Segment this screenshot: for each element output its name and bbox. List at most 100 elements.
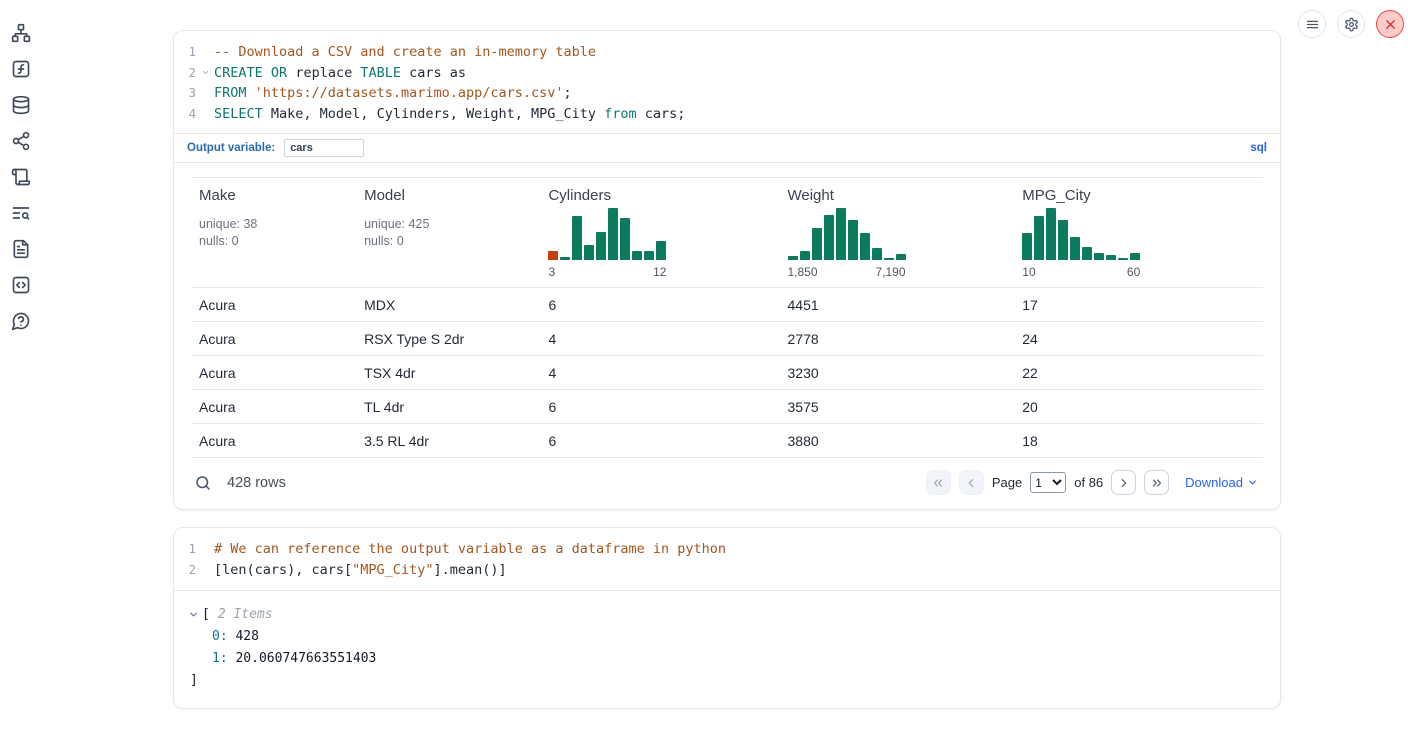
column-stats: unique: 38nulls: 0 [199, 208, 348, 250]
table-cell: 3230 [780, 356, 1015, 390]
column-header-model[interactable]: Model [356, 178, 540, 205]
column-header-cylinders[interactable]: Cylinders [540, 178, 779, 205]
prev-page-button[interactable] [959, 470, 984, 495]
next-page-button[interactable] [1111, 470, 1136, 495]
settings-button[interactable] [1337, 10, 1365, 38]
table-cell: 2778 [780, 322, 1015, 356]
histogram-bar [632, 251, 642, 260]
histogram-bar [644, 251, 654, 260]
histogram-bar [1106, 255, 1116, 260]
histogram-bar [656, 241, 666, 261]
function-icon [11, 59, 31, 79]
table-cell: Acura [191, 424, 356, 458]
sidebar-item-scroll[interactable] [10, 166, 31, 187]
column-header-make[interactable]: Make [191, 178, 356, 205]
database-icon [11, 95, 31, 115]
histogram-bar [1034, 216, 1044, 260]
table-cell: 17 [1014, 288, 1263, 322]
output-panel: [ 2 Items 0: 4281: 20.060747663551403 ] [174, 590, 1280, 708]
code-line: 1 -- Download a CSV and create an in-memo… [174, 42, 1280, 63]
histogram-bar [572, 216, 582, 260]
first-page-button[interactable] [926, 470, 951, 495]
table-row: AcuraTL 4dr6357520 [191, 390, 1263, 424]
code-text: SELECT Make, Model, Cylinders, Weight, M… [214, 105, 685, 125]
code-line: 1# We can reference the output variable … [174, 539, 1280, 560]
close-button[interactable] [1376, 10, 1404, 38]
histogram-bar [848, 220, 858, 261]
sidebar-item-database[interactable] [10, 94, 31, 115]
table-cell: MDX [356, 288, 540, 322]
table-cell: RSX Type S 2dr [356, 322, 540, 356]
table-cell: 3.5 RL 4dr [356, 424, 540, 458]
last-page-button[interactable] [1144, 470, 1169, 495]
table-cell: 4 [540, 322, 779, 356]
table-row: AcuraMDX6445117 [191, 288, 1263, 322]
line-number: 2 [174, 560, 196, 580]
output-variable-row: Output variable: sql [174, 133, 1280, 163]
histogram-bar [800, 251, 810, 260]
sidebar-item-function[interactable] [10, 58, 31, 79]
sidebar-item-file-tree[interactable] [10, 22, 31, 43]
collapse-chevron-icon[interactable] [188, 609, 199, 620]
code-text: -- Download a CSV and create an in-memor… [214, 43, 596, 63]
histogram-bar [596, 232, 606, 261]
tree-item: 1: 20.060747663551403 [188, 648, 1266, 670]
menu-button[interactable] [1298, 10, 1326, 38]
histogram-bar [884, 258, 894, 260]
table-cell: TL 4dr [356, 390, 540, 424]
sidebar-item-code-snippet[interactable] [10, 274, 31, 295]
page-select[interactable]: 1 [1030, 472, 1066, 493]
table-cell: Acura [191, 390, 356, 424]
tree-item-value: 428 [228, 629, 259, 644]
table-row: AcuraTSX 4dr4323022 [191, 356, 1263, 390]
search-icon[interactable] [194, 474, 212, 492]
column-summary-cylinders: 312 [540, 204, 779, 288]
histogram-bar [824, 215, 834, 261]
table-cell: 22 [1014, 356, 1263, 390]
output-variable-input[interactable] [284, 139, 364, 157]
histogram-bar [872, 248, 882, 260]
histogram-mpg_city[interactable] [1022, 208, 1140, 260]
histogram-weight[interactable] [788, 208, 906, 260]
column-summary-weight: 1,8507,190 [780, 204, 1015, 288]
histogram-bar [812, 228, 822, 260]
table-cell: 4451 [780, 288, 1015, 322]
sql-code-editor[interactable]: 1 -- Download a CSV and create an in-memo… [174, 31, 1280, 133]
histogram-bar [548, 251, 558, 260]
row-count: 428 rows [227, 475, 286, 491]
column-header-mpg_city[interactable]: MPG_City [1014, 178, 1263, 205]
line-number: 3 [174, 83, 196, 103]
notebook: 1 -- Download a CSV and create an in-memo… [173, 30, 1281, 709]
table-cell: 3575 [780, 390, 1015, 424]
table-footer: 428 rows Page 1 of 86 [174, 458, 1280, 509]
download-button[interactable]: Download [1185, 475, 1258, 490]
column-summary-make: unique: 38nulls: 0 [191, 204, 356, 288]
tree-items: 0: 4281: 20.060747663551403 [188, 626, 1266, 670]
file-text-icon [11, 239, 31, 259]
histogram-bar [1046, 208, 1056, 260]
table-cell: 6 [540, 390, 779, 424]
table-row: AcuraRSX Type S 2dr4277824 [191, 322, 1263, 356]
scroll-icon [11, 167, 31, 187]
sidebar-item-search-list[interactable] [10, 202, 31, 223]
sidebar-item-dependency-graph[interactable] [10, 130, 31, 151]
line-number: 1 [174, 42, 196, 62]
histogram-bar [1130, 253, 1140, 260]
python-code-editor[interactable]: 1# We can reference the output variable … [174, 528, 1280, 589]
histogram-cylinders[interactable] [548, 208, 666, 260]
fold-chevron-icon[interactable] [196, 64, 214, 84]
histogram-bar [1082, 247, 1092, 260]
pagination: Page 1 of 86 [926, 470, 1169, 495]
language-badge: sql [1250, 142, 1267, 154]
page-total-label: of 86 [1074, 475, 1103, 490]
sidebar-item-file-text[interactable] [10, 238, 31, 259]
column-summary-mpg_city: 1060 [1014, 204, 1263, 288]
column-header-weight[interactable]: Weight [780, 178, 1015, 205]
sidebar-item-help[interactable] [10, 310, 31, 331]
table-cell: Acura [191, 288, 356, 322]
sidebar [10, 22, 31, 331]
gear-icon [1344, 17, 1359, 32]
histogram-bar [584, 245, 594, 261]
histogram-bar [1022, 233, 1032, 260]
chevron-right-icon [1117, 476, 1131, 490]
